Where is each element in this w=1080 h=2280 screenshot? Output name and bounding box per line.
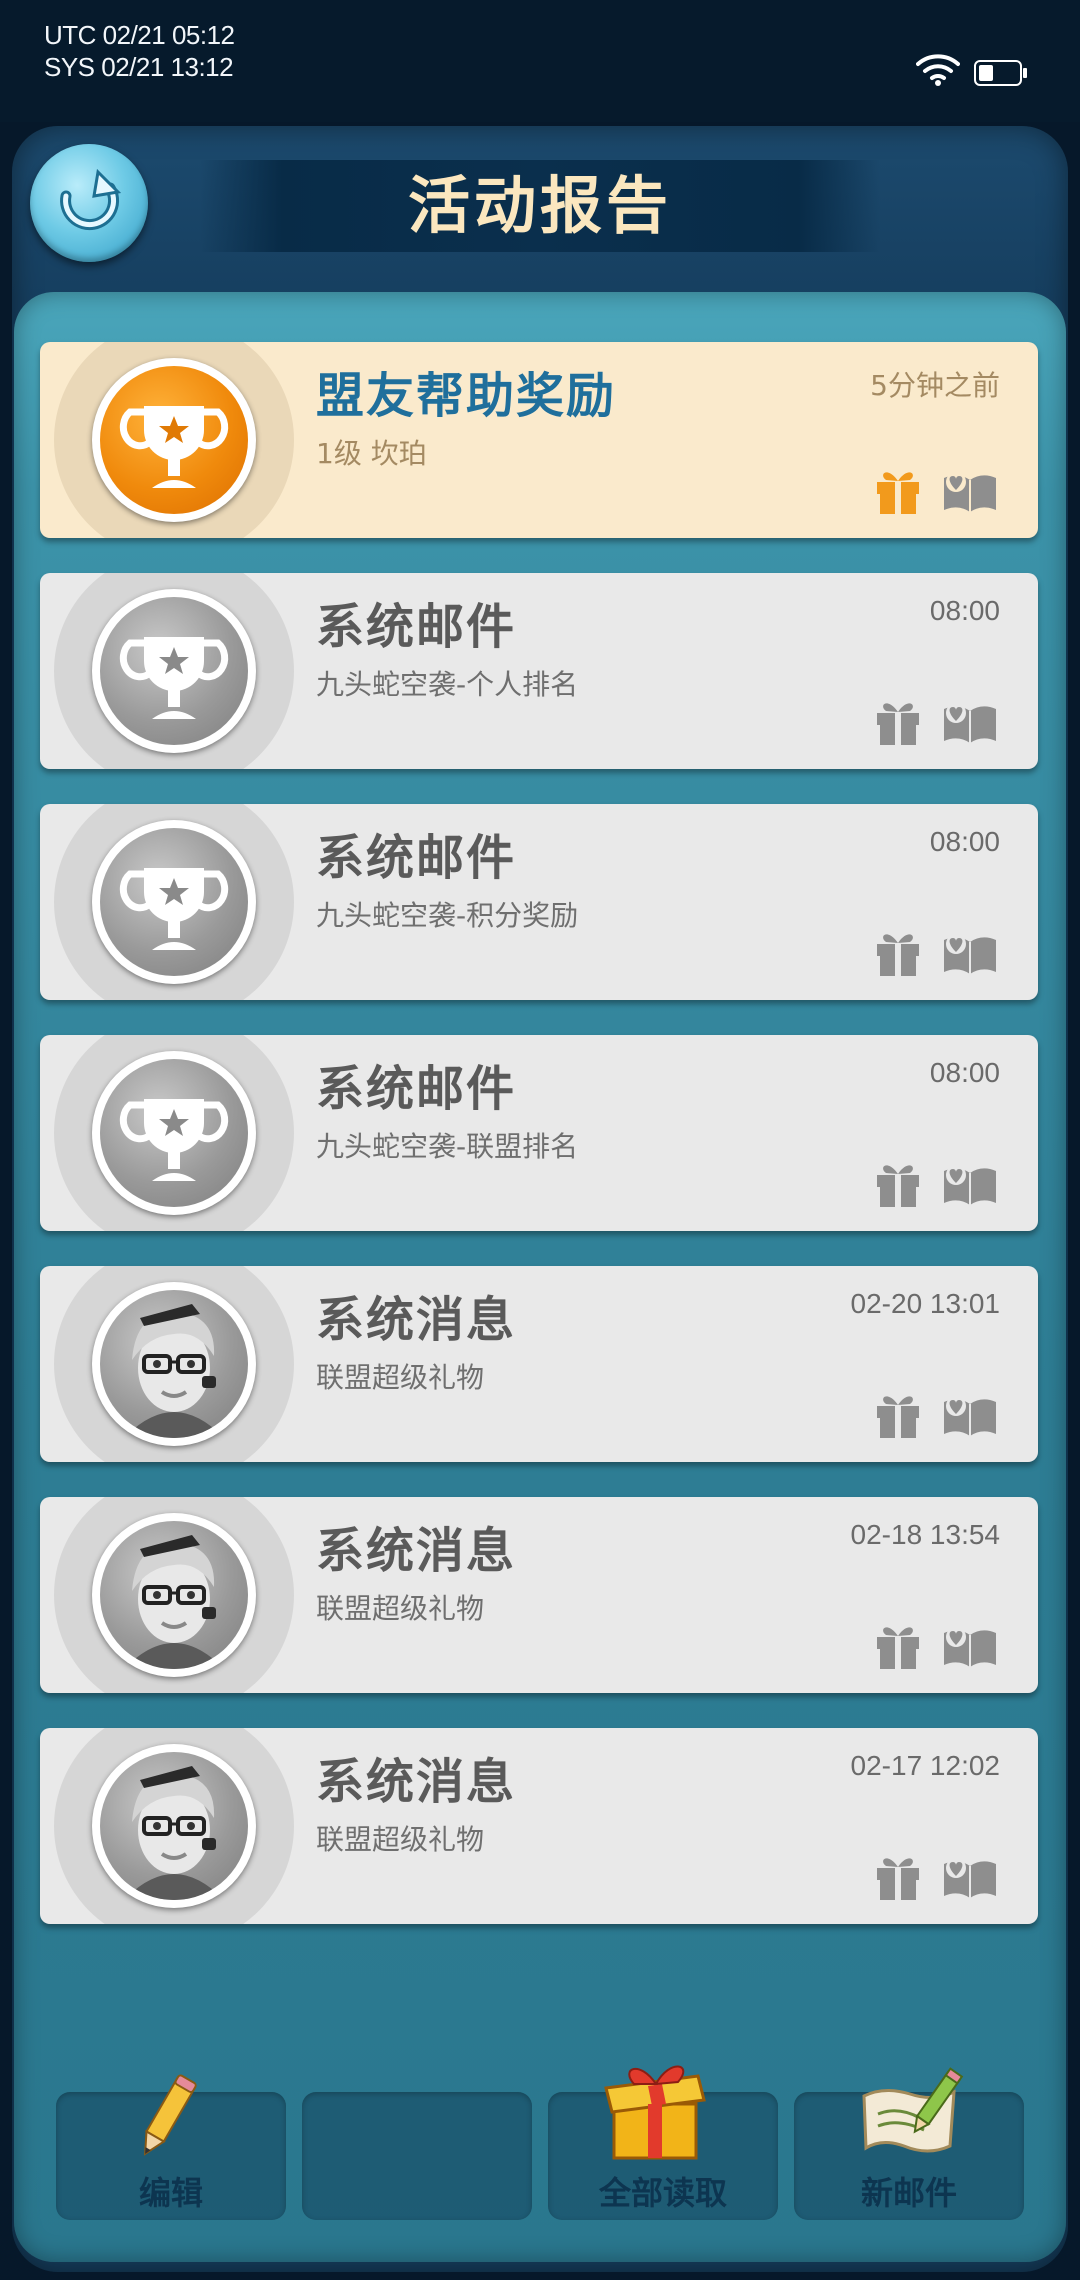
mail-item[interactable]: 系统消息 联盟超级礼物 02-20 13:01 [40,1266,1038,1462]
empty-slot-button [302,2092,532,2220]
status-bar: UTC 02/21 05:12 SYS 02/21 13:12 [0,0,1080,122]
mail-title: 盟友帮助奖励 [316,368,617,424]
mail-time: 08:00 [929,826,1000,857]
mail-subtitle: 联盟超级礼物 [316,1361,485,1394]
gift-icon[interactable] [874,926,922,978]
mail-title: 系统消息 [316,1754,517,1810]
mail-item[interactable]: 系统邮件 九头蛇空袭-联盟排名 08:00 [40,1035,1038,1231]
mail-subtitle: 九头蛇空袭-联盟排名 [316,1130,579,1163]
avatar [92,1744,256,1908]
gift-icon[interactable] [874,1850,922,1902]
new-mail-button[interactable]: 新邮件 [794,2067,1024,2220]
read-mail-icon[interactable] [942,930,998,976]
mail-title: 系统消息 [316,1292,517,1348]
mail-item[interactable]: 系统邮件 九头蛇空袭-积分奖励 08:00 [40,804,1038,1000]
utc-time: UTC 02/21 05:12 [44,20,235,50]
gift-icon[interactable] [874,1388,922,1440]
mail-item[interactable]: 盟友帮助奖励 1级 坎珀 5分钟之前 [40,342,1038,538]
mail-subtitle: 九头蛇空袭-个人排名 [316,668,579,701]
trophy-icon [119,406,229,488]
mail-time: 02-17 12:02 [850,1750,1000,1781]
mail-title: 系统邮件 [316,599,517,655]
mail-item[interactable]: 系统消息 联盟超级礼物 02-18 13:54 [40,1497,1038,1693]
page-title: 活动报告 [407,169,672,242]
mail-subtitle: 1级 坎珀 [316,437,427,470]
mail-item[interactable]: 系统消息 联盟超级礼物 02-17 12:02 [40,1728,1038,1924]
gift-icon[interactable] [874,695,922,747]
gift-box-icon [604,2065,706,2160]
gift-icon[interactable] [874,1157,922,1209]
bottom-action-bar: 编辑 全部读取 新邮件 [56,2065,1024,2220]
read-all-label: 全部读取 [598,2174,727,2212]
read-mail-icon[interactable] [942,1161,998,1207]
avatar [92,1051,256,1215]
avatar [92,358,256,522]
mail-title: 系统消息 [316,1523,517,1579]
read-mail-icon[interactable] [942,1392,998,1438]
mail-time: 5分钟之前 [870,369,1000,402]
mail-time: 02-20 13:01 [850,1288,1000,1319]
mail-time: 02-18 13:54 [850,1519,1000,1550]
mail-title: 系统邮件 [316,1061,517,1117]
compose-letter-icon [862,2067,964,2153]
read-mail-icon[interactable] [942,699,998,745]
avatar [92,589,256,753]
mail-title: 系统邮件 [316,830,517,886]
wifi-icon [916,54,960,86]
new-mail-label: 新邮件 [860,2174,957,2212]
avatar [92,1513,256,1677]
avatar [92,820,256,984]
trophy-icon [119,868,229,950]
back-arrow-icon [60,168,122,231]
edit-button[interactable]: 编辑 [56,2074,286,2220]
advisor-portrait-icon [124,1304,224,1438]
gift-icon[interactable] [874,1619,922,1671]
mail-subtitle: 九头蛇空袭-积分奖励 [316,899,579,932]
advisor-portrait-icon [124,1535,224,1669]
read-mail-icon[interactable] [942,1854,998,1900]
pencil-icon [144,2074,197,2156]
gift-icon[interactable] [874,464,922,516]
trophy-icon [119,637,229,719]
sys-time: SYS 02/21 13:12 [44,52,234,82]
read-mail-icon[interactable] [942,468,998,514]
battery-icon [974,60,1027,86]
mail-time: 08:00 [929,595,1000,626]
read-all-button[interactable]: 全部读取 [548,2065,778,2220]
trophy-icon [119,1099,229,1181]
read-mail-icon[interactable] [942,1623,998,1669]
avatar [92,1282,256,1446]
mail-subtitle: 联盟超级礼物 [316,1592,485,1625]
mail-item[interactable]: 系统邮件 九头蛇空袭-个人排名 08:00 [40,573,1038,769]
advisor-portrait-icon [124,1766,224,1900]
edit-label: 编辑 [138,2174,203,2212]
mail-time: 08:00 [929,1057,1000,1088]
mail-subtitle: 联盟超级礼物 [316,1823,485,1856]
back-button[interactable] [30,144,148,262]
